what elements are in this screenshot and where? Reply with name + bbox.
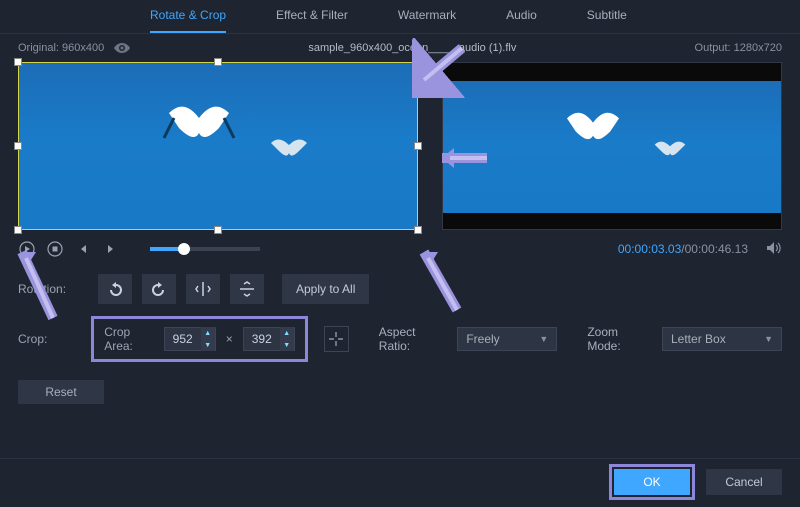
original-dimensions: Original: 960x400	[18, 42, 104, 54]
cancel-button[interactable]: Cancel	[706, 469, 782, 495]
tab-audio[interactable]: Audio	[506, 8, 537, 33]
width-steppers[interactable]: ▲▼	[201, 327, 215, 351]
eye-icon[interactable]	[114, 40, 130, 56]
play-icon[interactable]	[18, 240, 36, 258]
prev-frame-icon[interactable]	[74, 240, 92, 258]
time-display: 00:00:03.03/00:00:46.13	[618, 242, 748, 256]
rotate-left-icon[interactable]	[98, 274, 132, 304]
rotation-row: Rotation: Apply to All	[0, 264, 800, 314]
crop-handle[interactable]	[414, 142, 422, 150]
chevron-down-icon: ▼	[539, 334, 548, 344]
crop-height-input[interactable]: 392 ▲▼	[243, 327, 295, 351]
stop-icon[interactable]	[46, 240, 64, 258]
bird-shape	[558, 101, 628, 153]
zoom-mode-label: Zoom Mode:	[587, 325, 652, 353]
apply-to-all-button[interactable]: Apply to All	[282, 274, 369, 304]
crop-width-input[interactable]: 952 ▲▼	[164, 327, 216, 351]
rotation-buttons	[98, 274, 264, 304]
preview-area	[0, 62, 800, 230]
crop-area-label: Crop Area:	[104, 325, 153, 353]
bird-shape	[159, 93, 239, 153]
rotation-label: Rotation:	[18, 282, 88, 296]
bird-shape-small	[269, 133, 309, 161]
tab-subtitle[interactable]: Subtitle	[587, 8, 627, 33]
height-steppers[interactable]: ▲▼	[280, 327, 294, 351]
volume-icon[interactable]	[766, 241, 782, 258]
total-time: /00:00:46.13	[681, 242, 748, 256]
crop-height-value: 392	[244, 332, 280, 346]
center-crop-icon[interactable]	[324, 326, 349, 352]
crop-area-highlight: Crop Area: 952 ▲▼ × 392 ▲▼	[91, 316, 308, 362]
slider-thumb[interactable]	[178, 243, 190, 255]
crop-row: Crop: Crop Area: 952 ▲▼ × 392 ▲▼ Aspect …	[0, 314, 800, 372]
playback-slider[interactable]	[150, 247, 260, 251]
current-time: 00:00:03.03	[618, 242, 681, 256]
crop-handle[interactable]	[14, 58, 22, 66]
tab-effect-filter[interactable]: Effect & Filter	[276, 8, 348, 33]
chevron-down-icon: ▼	[764, 334, 773, 344]
flip-horizontal-icon[interactable]	[186, 274, 220, 304]
aspect-ratio-value: Freely	[466, 332, 499, 346]
crop-handle[interactable]	[414, 226, 422, 234]
filename-label: sample_960x400_ocean_____audio (1).flv	[140, 42, 684, 54]
crop-width-value: 952	[165, 332, 201, 346]
crop-handle[interactable]	[214, 226, 222, 234]
crop-handle[interactable]	[214, 58, 222, 66]
footer-buttons: OK Cancel	[614, 469, 782, 495]
playback-controls: 00:00:03.03/00:00:46.13	[0, 230, 800, 264]
rotate-right-icon[interactable]	[142, 274, 176, 304]
times-symbol: ×	[222, 332, 237, 346]
next-frame-icon[interactable]	[102, 240, 120, 258]
crop-label: Crop:	[18, 332, 85, 346]
tab-rotate-crop[interactable]: Rotate & Crop	[150, 8, 226, 33]
reset-button[interactable]: Reset	[18, 380, 104, 404]
preview-output	[442, 62, 782, 230]
crop-handle[interactable]	[14, 226, 22, 234]
aspect-ratio-select[interactable]: Freely ▼	[457, 327, 557, 351]
tab-bar: Rotate & Crop Effect & Filter Watermark …	[0, 0, 800, 34]
bird-shape-small	[653, 136, 687, 160]
slider-fill	[150, 247, 180, 251]
zoom-mode-select[interactable]: Letter Box ▼	[662, 327, 782, 351]
flip-vertical-icon[interactable]	[230, 274, 264, 304]
footer-divider	[0, 458, 800, 459]
preview-original[interactable]	[18, 62, 418, 230]
info-bar: Original: 960x400 sample_960x400_ocean__…	[0, 34, 800, 62]
tab-watermark[interactable]: Watermark	[398, 8, 456, 33]
output-dimensions: Output: 1280x720	[695, 42, 782, 54]
aspect-ratio-label: Aspect Ratio:	[379, 325, 448, 353]
crop-handle[interactable]	[14, 142, 22, 150]
crop-selection-box[interactable]	[18, 62, 418, 230]
ok-button[interactable]: OK	[614, 469, 690, 495]
zoom-mode-value: Letter Box	[671, 332, 726, 346]
crop-handle[interactable]	[414, 58, 422, 66]
